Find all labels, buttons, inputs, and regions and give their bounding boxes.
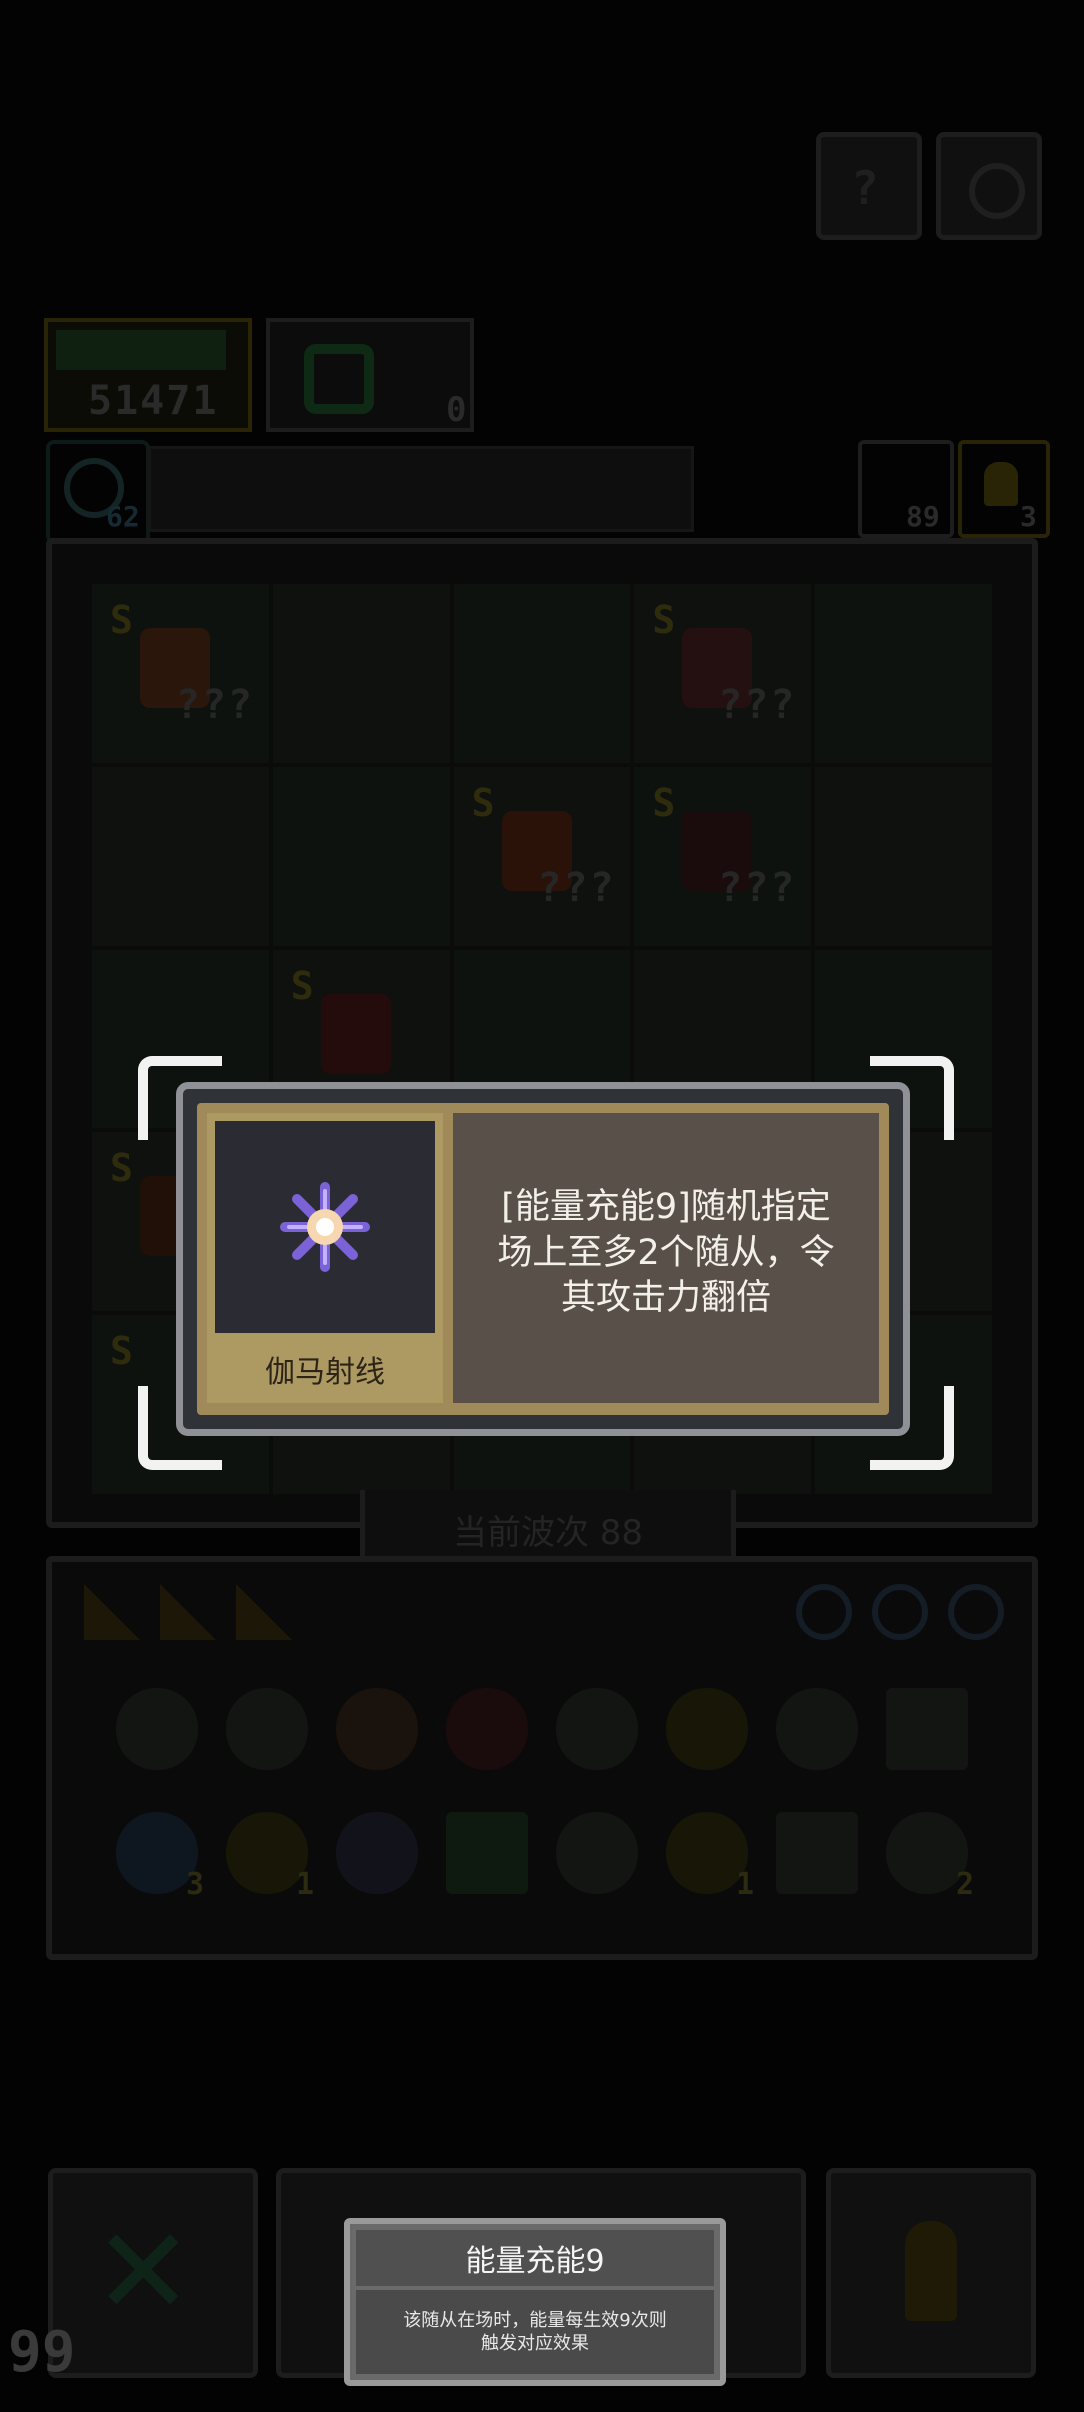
board-cell[interactable]: [453, 584, 631, 763]
description-line: 其攻击力翻倍: [560, 1278, 771, 1318]
inventory-item[interactable]: 2: [886, 1812, 974, 1902]
item-description: [能量充能9]随机指定 场上至多2个随从，令 其攻击力翻倍: [467, 1185, 865, 1322]
unit-rank: S: [652, 598, 676, 642]
unit[interactable]: S: [291, 964, 395, 1084]
gamma-ray-item[interactable]: [336, 1812, 418, 1894]
tooltip-line: 该随从在场时，能量每生效9次则: [403, 2309, 667, 2331]
unit-sprite: [320, 993, 391, 1074]
tooltip-line: 触发对应效果: [480, 2333, 589, 2354]
unit-rank: S: [110, 1329, 133, 1374]
card-inner-frame: 伽马射线 [能量充能9]随机指定 场上至多2个随从，令 其攻击力翻倍: [197, 1103, 889, 1415]
inventory-item[interactable]: [336, 1688, 418, 1770]
unit-rank: S: [290, 963, 314, 1008]
wave-counter-button[interactable]: 89: [858, 440, 954, 538]
item-icon-box: [215, 1121, 435, 1333]
relic-icon[interactable]: [948, 1584, 1004, 1640]
relic-icon[interactable]: [796, 1584, 852, 1640]
unit-rank: S: [652, 780, 676, 825]
board-cell[interactable]: [815, 584, 992, 763]
gold-panel: 51471: [44, 318, 252, 432]
unit-rank: S: [110, 1146, 133, 1191]
tooltip-title: 能量充能9: [356, 2230, 714, 2286]
board-cell[interactable]: [272, 766, 450, 946]
unit[interactable]: S ???: [471, 780, 614, 911]
inventory-item[interactable]: [446, 1812, 528, 1894]
unit-rank: S: [110, 598, 133, 642]
unit[interactable]: S ???: [652, 780, 794, 911]
description-line: [能量充能9]随机指定: [501, 1187, 831, 1227]
item-count: 1: [295, 1867, 314, 1902]
inventory-item[interactable]: [666, 1688, 748, 1770]
pawn-icon: [905, 2221, 957, 2321]
pawn-icon: [984, 462, 1018, 506]
description-line: 场上至多2个随从，令: [497, 1232, 835, 1273]
gear-icon: [969, 163, 1025, 219]
unit-unknown: ???: [718, 682, 797, 728]
inventory-item[interactable]: 1: [666, 1812, 754, 1902]
unit-rank: S: [471, 780, 495, 825]
energy-value: 62: [106, 500, 140, 533]
board-cell[interactable]: S ???: [634, 584, 812, 763]
unit-unknown: ???: [718, 864, 797, 911]
inventory-item[interactable]: 1: [226, 1812, 314, 1902]
relic-icon[interactable]: [872, 1584, 928, 1640]
card-left-panel: 伽马射线: [207, 1113, 443, 1403]
card-description-panel: [能量充能9]随机指定 场上至多2个随从，令 其攻击力翻倍: [453, 1113, 879, 1403]
lives-counter: 99: [8, 2320, 76, 2385]
board-cell[interactable]: [815, 766, 992, 946]
board-cell[interactable]: [272, 584, 450, 763]
inventory-item[interactable]: [776, 1812, 858, 1894]
wrench-item[interactable]: [556, 1812, 638, 1894]
unit-unknown: ???: [175, 682, 254, 728]
item-count: 2: [955, 1867, 974, 1902]
unit-unknown: ???: [537, 864, 616, 911]
board-cell[interactable]: S ???: [634, 766, 812, 946]
item-count: 1: [735, 1867, 754, 1902]
inventory-item[interactable]: [226, 1688, 308, 1770]
question-icon: ?: [851, 161, 879, 215]
item-detail-card[interactable]: 伽马射线 [能量充能9]随机指定 场上至多2个随从，令 其攻击力翻倍: [176, 1082, 910, 1436]
unit[interactable]: S ???: [110, 598, 252, 728]
gold-amount: 51471: [88, 378, 219, 424]
energy-button[interactable]: 62: [46, 440, 150, 544]
unit[interactable]: S ???: [652, 598, 794, 728]
unit-counter-button[interactable]: 3: [958, 440, 1050, 538]
sell-button[interactable]: ✕: [48, 2168, 258, 2378]
board-cell[interactable]: [92, 766, 269, 946]
tooltip-body: 该随从在场时，能量每生效9次则 触发对应效果: [356, 2290, 714, 2374]
settings-button[interactable]: [936, 132, 1042, 240]
inventory-item[interactable]: [446, 1688, 528, 1770]
energy-bar: [148, 446, 694, 532]
inventory-item[interactable]: [556, 1688, 638, 1770]
gold-bar: [56, 330, 226, 370]
spark-icon: [280, 1182, 370, 1272]
keyword-tooltip: 能量充能9 该随从在场时，能量每生效9次则 触发对应效果: [344, 2218, 726, 2386]
inventory-item[interactable]: 3: [116, 1812, 204, 1902]
board-cell[interactable]: S ???: [92, 584, 269, 763]
inventory-item[interactable]: [886, 1688, 968, 1770]
deploy-button[interactable]: [826, 2168, 1036, 2378]
board-cell[interactable]: S ???: [453, 766, 631, 946]
item-name: 伽马射线: [265, 1355, 385, 1390]
close-icon: ✕: [93, 2203, 194, 2342]
unit-counter: 3: [1020, 500, 1037, 533]
wave-counter: 89: [906, 500, 940, 533]
gem-count: 0: [446, 390, 467, 430]
gem-panel: 0: [266, 318, 474, 432]
item-count: 3: [185, 1867, 204, 1902]
inventory-item[interactable]: [116, 1688, 198, 1770]
gem-icon: [304, 344, 374, 414]
help-button[interactable]: ?: [816, 132, 922, 240]
inventory-item[interactable]: [776, 1688, 858, 1770]
